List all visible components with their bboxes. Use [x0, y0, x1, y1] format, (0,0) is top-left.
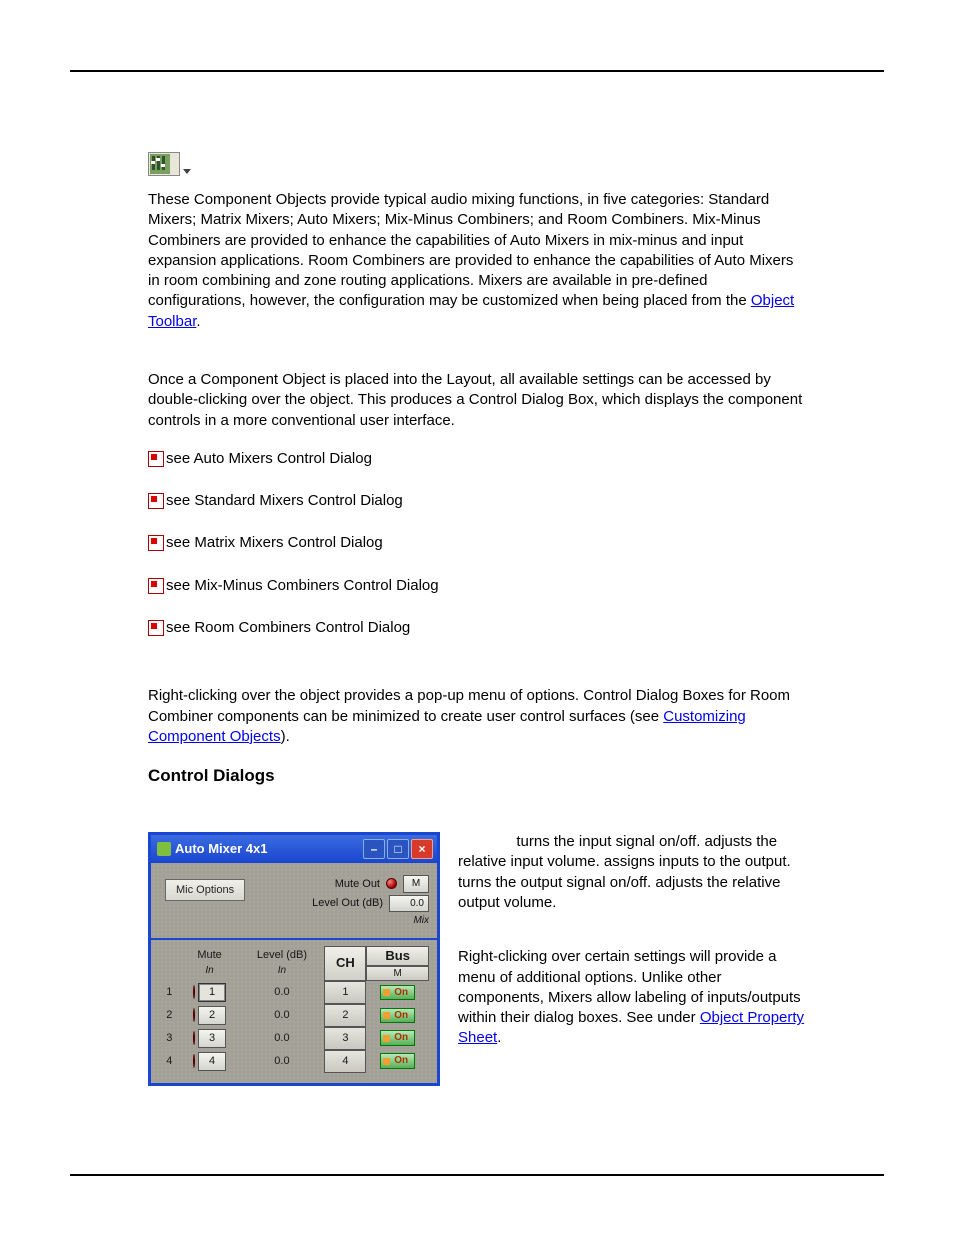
mute-in-led-icon [193, 985, 195, 999]
input-number-button[interactable]: 4 [198, 1052, 226, 1071]
broken-image-icon [148, 493, 164, 509]
mix-label: Mix [413, 914, 429, 928]
on-led-icon [383, 989, 390, 996]
channel-grid: MuteIn Level (dB)In CH Bus M [159, 946, 429, 1073]
bus-header: Bus [366, 946, 429, 966]
level-in-value[interactable]: 0.0 [274, 1055, 289, 1067]
bus-m-header: M [366, 966, 429, 982]
broken-image-icon [148, 451, 164, 467]
ch-header: CH [324, 946, 366, 982]
level-in-value[interactable]: 0.0 [274, 986, 289, 998]
on-led-icon [383, 1058, 390, 1065]
explain-paragraph-2: Right-clicking over certain settings wil… [458, 947, 806, 1048]
level-out-label: Level Out (dB) [312, 896, 383, 911]
close-button[interactable]: × [411, 839, 433, 859]
intro-paragraph-2: Once a Component Object is placed into t… [148, 370, 806, 431]
mute-header: MuteIn [180, 946, 240, 982]
channel-number: 3 [324, 1027, 366, 1050]
broken-image-icon [148, 535, 164, 551]
dialog-titlebar[interactable]: Auto Mixer 4x1 – □ × [151, 835, 437, 863]
channel-row: 2 2 0.0 2 On [159, 1004, 429, 1027]
post-list-paragraph: Right-clicking over the object provides … [148, 686, 806, 747]
row-index: 2 [159, 1004, 180, 1027]
mute-out-led-icon [386, 878, 397, 889]
broken-image-icon [148, 578, 164, 594]
mute-out-label: Mute Out [335, 877, 380, 892]
explain-paragraph-1: turns the input signal on/off. adjusts t… [458, 832, 806, 913]
input-number-button[interactable]: 1 [198, 983, 226, 1002]
channel-number: 4 [324, 1050, 366, 1073]
input-number-button[interactable]: 3 [198, 1029, 226, 1048]
bus-on-button[interactable]: On [380, 1030, 415, 1046]
input-number-button[interactable]: 2 [198, 1006, 226, 1025]
channel-number: 1 [324, 981, 366, 1004]
dialog-title: Auto Mixer 4x1 [175, 840, 267, 858]
channel-row: 4 4 0.0 4 On [159, 1050, 429, 1073]
maximize-button[interactable]: □ [387, 839, 409, 859]
control-dialogs-heading: Control Dialogs [148, 765, 806, 788]
bus-on-button[interactable]: On [380, 1008, 415, 1024]
intro-paragraph-1: These Component Objects provide typical … [148, 190, 806, 332]
on-led-icon [383, 1012, 390, 1019]
minimize-button[interactable]: – [363, 839, 385, 859]
mute-in-led-icon [193, 1031, 195, 1045]
row-index: 1 [159, 981, 180, 1004]
on-led-icon [383, 1035, 390, 1042]
auto-mixer-dialog: Auto Mixer 4x1 – □ × Mic Options Mute Ou… [148, 832, 440, 1086]
mute-in-led-icon [193, 1054, 195, 1068]
channel-number: 2 [324, 1004, 366, 1027]
level-in-value[interactable]: 0.0 [274, 1032, 289, 1044]
app-icon [157, 842, 171, 856]
level-header: Level (dB)In [240, 946, 325, 982]
mic-options-button[interactable]: Mic Options [165, 879, 245, 901]
see-item-label: see Mix-Minus Combiners Control Dialog [166, 577, 439, 594]
mixer-toolbar-icon [148, 152, 806, 190]
mute-out-button[interactable]: M [403, 875, 429, 893]
see-item-label: see Room Combiners Control Dialog [166, 619, 410, 636]
level-out-value[interactable]: 0.0 [389, 895, 429, 913]
channel-row: 3 3 0.0 3 On [159, 1027, 429, 1050]
see-item-label: see Auto Mixers Control Dialog [166, 450, 372, 467]
row-index: 4 [159, 1050, 180, 1073]
see-item-label: see Matrix Mixers Control Dialog [166, 534, 383, 551]
row-index: 3 [159, 1027, 180, 1050]
dropdown-arrow-icon [183, 169, 191, 174]
channel-row: 1 1 0.0 1 On [159, 981, 429, 1004]
bus-on-button[interactable]: On [380, 985, 415, 1001]
see-item-label: see Standard Mixers Control Dialog [166, 492, 403, 509]
bus-on-button[interactable]: On [380, 1053, 415, 1069]
broken-image-icon [148, 620, 164, 636]
see-also-list: see Auto Mixers Control Dialog see Stand… [148, 449, 806, 638]
level-in-value[interactable]: 0.0 [274, 1009, 289, 1021]
bottom-horizontal-rule [70, 1174, 884, 1176]
mute-in-led-icon [193, 1008, 195, 1022]
